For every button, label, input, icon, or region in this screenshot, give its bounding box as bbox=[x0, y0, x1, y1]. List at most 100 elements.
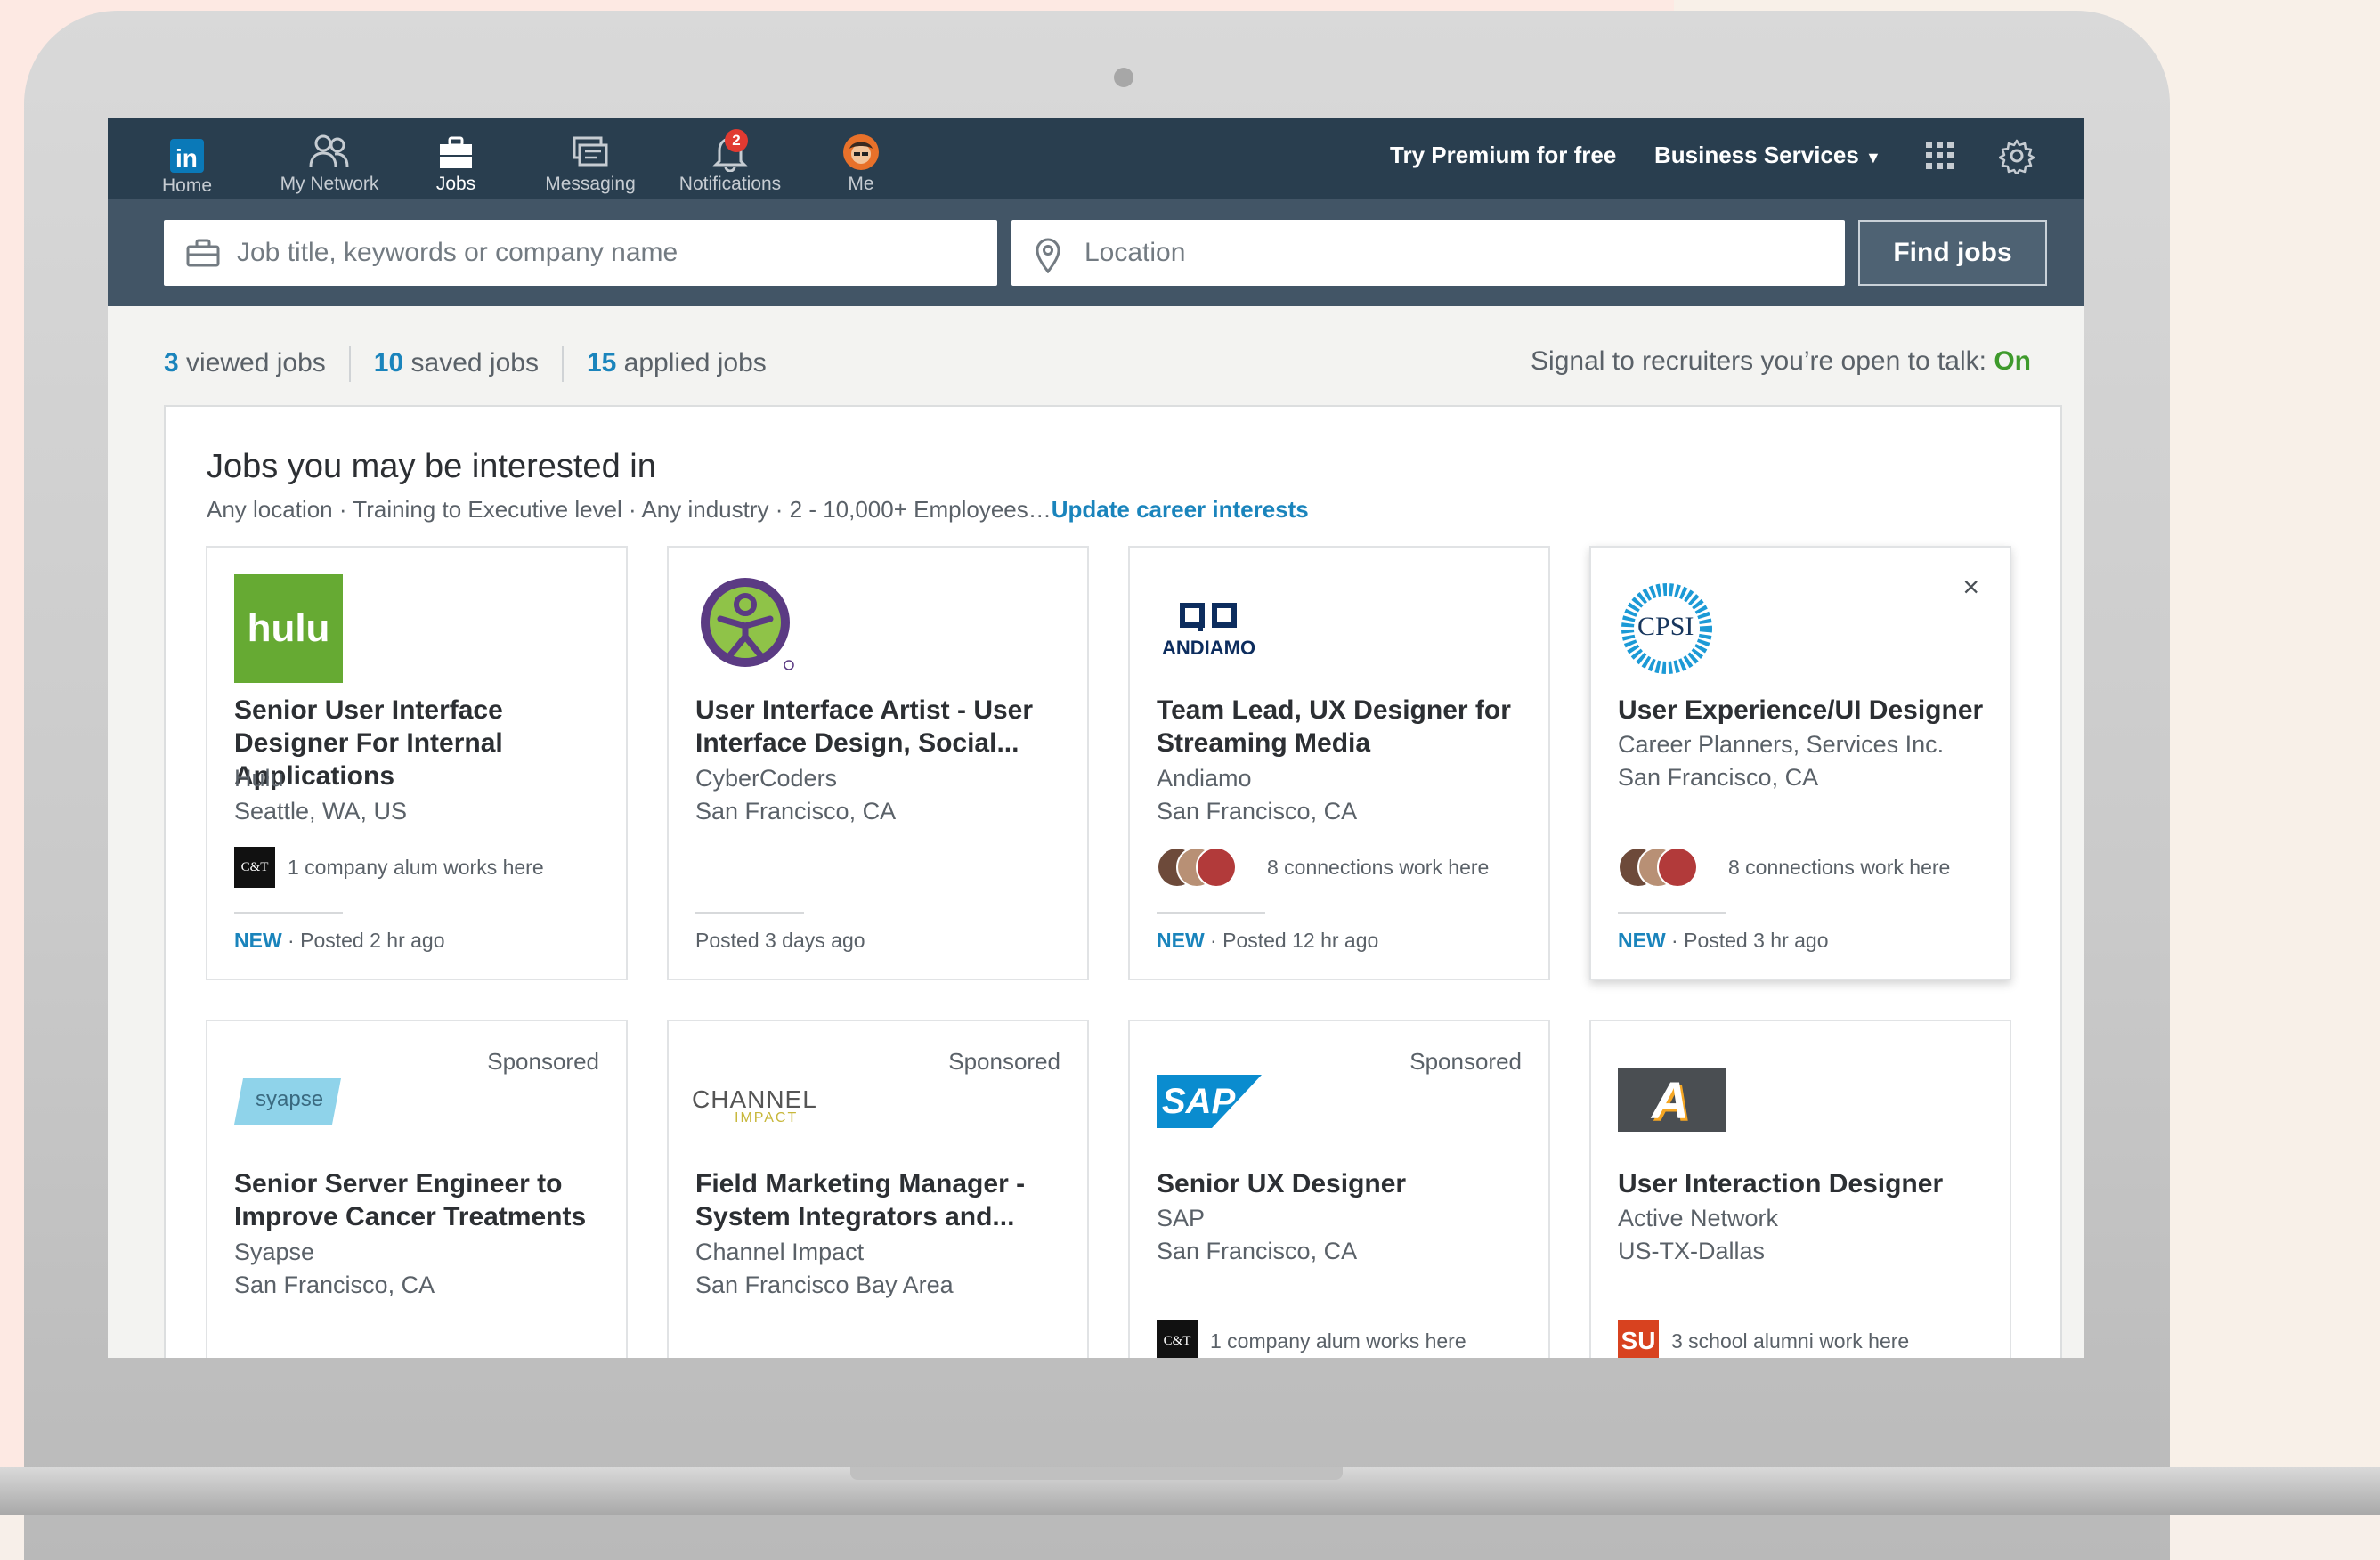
dismiss-job-button[interactable]: × bbox=[1962, 571, 1979, 604]
avatar bbox=[1657, 847, 1698, 888]
company-name: Syapse bbox=[234, 1239, 315, 1265]
job-location: San Francisco, CA bbox=[1157, 798, 1358, 825]
andiamo-logo: ANDIAMO bbox=[1157, 574, 1265, 683]
applied-jobs-link[interactable]: 15 applied jobs bbox=[587, 348, 767, 378]
active-network-mark: A bbox=[1652, 1072, 1689, 1130]
location-placeholder: Location bbox=[1084, 238, 1186, 267]
company-name: Channel Impact bbox=[695, 1239, 865, 1265]
school-logo: C&T bbox=[234, 847, 275, 888]
avatar bbox=[843, 134, 879, 170]
sponsored-label: Sponsored bbox=[948, 1048, 1060, 1075]
find-jobs-button[interactable]: Find jobs bbox=[1858, 220, 2047, 286]
notification-badge: 2 bbox=[725, 129, 748, 152]
nav-home-label: Home bbox=[161, 175, 213, 196]
business-services-menu[interactable]: Business Services ▼ bbox=[1654, 142, 1881, 169]
job-card[interactable]: User Interface Artist - User Interface D… bbox=[667, 546, 1089, 980]
gear-icon[interactable] bbox=[1999, 138, 2035, 174]
signal-label: Signal to recruiters you’re open to talk… bbox=[1531, 346, 1986, 376]
job-location: Seattle, WA, US bbox=[234, 798, 408, 825]
job-card[interactable]: A User Interaction Designer Active Netwo… bbox=[1589, 1020, 2011, 1358]
social-insight-text: 1 company alum works here bbox=[288, 856, 544, 879]
recommended-jobs-panel: Jobs you may be interested in Any locati… bbox=[164, 405, 2062, 1358]
apps-grid-icon[interactable] bbox=[1924, 140, 1956, 172]
job-location: San Francisco, CA bbox=[1157, 1238, 1358, 1264]
linkedin-logo: in bbox=[170, 139, 204, 173]
job-title[interactable]: User Experience/UI Designer bbox=[1618, 694, 1992, 727]
syapse-wordmark: syapse bbox=[256, 1087, 324, 1111]
job-title[interactable]: Senior User Interface Designer For Inter… bbox=[234, 694, 608, 792]
nav-jobs[interactable]: Jobs bbox=[394, 126, 518, 197]
cpsi-logo: CPSI bbox=[1618, 574, 1726, 683]
screen: in Home My Network Jobs Messaging 2 Noti… bbox=[108, 118, 2084, 1358]
company-name: SAP bbox=[1157, 1205, 1206, 1231]
channel-impact-logo: CHANNEL IMPACT bbox=[692, 1048, 816, 1157]
job-card[interactable]: ANDIAMO Team Lead, UX Designer for Strea… bbox=[1128, 546, 1550, 980]
signal-status: On bbox=[1994, 346, 2031, 376]
nav-messaging[interactable]: Messaging bbox=[528, 126, 653, 197]
panel-title: Jobs you may be interested in bbox=[207, 448, 656, 485]
open-to-recruiters-signal[interactable]: Signal to recruiters you’re open to talk… bbox=[1531, 346, 2031, 377]
job-location: San Francisco, CA bbox=[695, 798, 897, 825]
job-card[interactable]: SAP Sponsored Senior UX Designer SAP San… bbox=[1128, 1020, 1550, 1358]
location-input[interactable]: Location bbox=[1011, 220, 1845, 286]
job-location: San Francisco, CA bbox=[1618, 764, 1819, 791]
divider bbox=[234, 912, 343, 914]
divider bbox=[348, 346, 351, 382]
divider bbox=[1618, 912, 1726, 914]
laptop-base-notch bbox=[850, 1467, 1343, 1480]
school-logo: SU bbox=[1618, 1320, 1659, 1358]
social-insight-text: 8 connections work here bbox=[1267, 856, 1490, 879]
network-icon bbox=[309, 134, 349, 167]
nav-messaging-label: Messaging bbox=[545, 174, 636, 194]
job-card[interactable]: CPSI × User Experience/UI Designer Caree… bbox=[1589, 546, 2011, 980]
impact-wordmark: IMPACT bbox=[735, 1110, 799, 1125]
saved-jobs-count: 10 bbox=[373, 347, 404, 378]
webcam bbox=[1114, 68, 1133, 87]
keywords-input[interactable]: Job title, keywords or company name bbox=[164, 220, 997, 286]
posted-time: NEW · Posted 2 hr ago bbox=[234, 929, 445, 953]
nav-home[interactable]: in Home bbox=[125, 126, 249, 197]
job-title[interactable]: Field Marketing Manager - System Integra… bbox=[695, 1167, 1069, 1233]
sponsored-label: Sponsored bbox=[1409, 1048, 1522, 1075]
job-title[interactable]: User Interface Artist - User Interface D… bbox=[695, 694, 1069, 760]
saved-jobs-link[interactable]: 10 saved jobs bbox=[374, 348, 539, 378]
avatar bbox=[1196, 847, 1237, 888]
keywords-placeholder: Job title, keywords or company name bbox=[237, 238, 678, 267]
messaging-icon bbox=[573, 136, 608, 167]
job-card[interactable]: CHANNEL IMPACT Sponsored Field Marketing… bbox=[667, 1020, 1089, 1358]
divider bbox=[1157, 912, 1265, 914]
job-title[interactable]: Team Lead, UX Designer for Streaming Med… bbox=[1157, 694, 1531, 760]
andiamo-wordmark: ANDIAMO bbox=[1162, 637, 1256, 659]
social-insight-text: 1 company alum works here bbox=[1210, 1329, 1466, 1353]
business-services-label: Business Services bbox=[1654, 142, 1859, 168]
social-insight-text: 8 connections work here bbox=[1728, 856, 1951, 879]
job-location: US-TX-Dallas bbox=[1618, 1238, 1766, 1264]
job-location: San Francisco, CA bbox=[234, 1272, 435, 1298]
nav-me[interactable]: Me bbox=[799, 126, 923, 197]
nav-my-network[interactable]: My Network bbox=[258, 126, 401, 197]
company-name: Andiamo bbox=[1157, 765, 1252, 792]
nav-my-network-label: My Network bbox=[280, 174, 379, 194]
applied-jobs-count: 15 bbox=[586, 347, 617, 378]
svg-text:in: in bbox=[175, 144, 198, 172]
job-title[interactable]: Senior UX Designer bbox=[1157, 1167, 1531, 1200]
job-title[interactable]: User Interaction Designer bbox=[1618, 1167, 1992, 1200]
job-card[interactable]: hulu Senior User Interface Designer For … bbox=[206, 546, 628, 980]
saved-jobs-label: saved jobs bbox=[410, 347, 539, 378]
nav-notifications[interactable]: 2 Notifications bbox=[659, 126, 801, 197]
applied-jobs-label: applied jobs bbox=[623, 347, 767, 378]
job-location: San Francisco Bay Area bbox=[695, 1272, 954, 1298]
viewed-jobs-link[interactable]: 3 viewed jobs bbox=[164, 348, 326, 378]
viewed-jobs-label: viewed jobs bbox=[186, 347, 326, 378]
cpsi-wordmark: CPSI bbox=[1637, 612, 1694, 641]
nav-jobs-label: Jobs bbox=[435, 174, 476, 194]
update-career-interests-link[interactable]: Update career interests bbox=[1052, 496, 1309, 523]
viewed-jobs-count: 3 bbox=[164, 347, 179, 378]
job-card[interactable]: syapse Sponsored Senior Server Engineer … bbox=[206, 1020, 628, 1358]
try-premium-link[interactable]: Try Premium for free bbox=[1390, 142, 1616, 169]
divider bbox=[561, 346, 564, 382]
job-title[interactable]: Senior Server Engineer to Improve Cancer… bbox=[234, 1167, 608, 1233]
posted-text: Posted 3 days ago bbox=[695, 929, 865, 952]
syapse-logo: syapse bbox=[234, 1048, 343, 1157]
job-search-bar: Job title, keywords or company name Loca… bbox=[108, 199, 2084, 306]
